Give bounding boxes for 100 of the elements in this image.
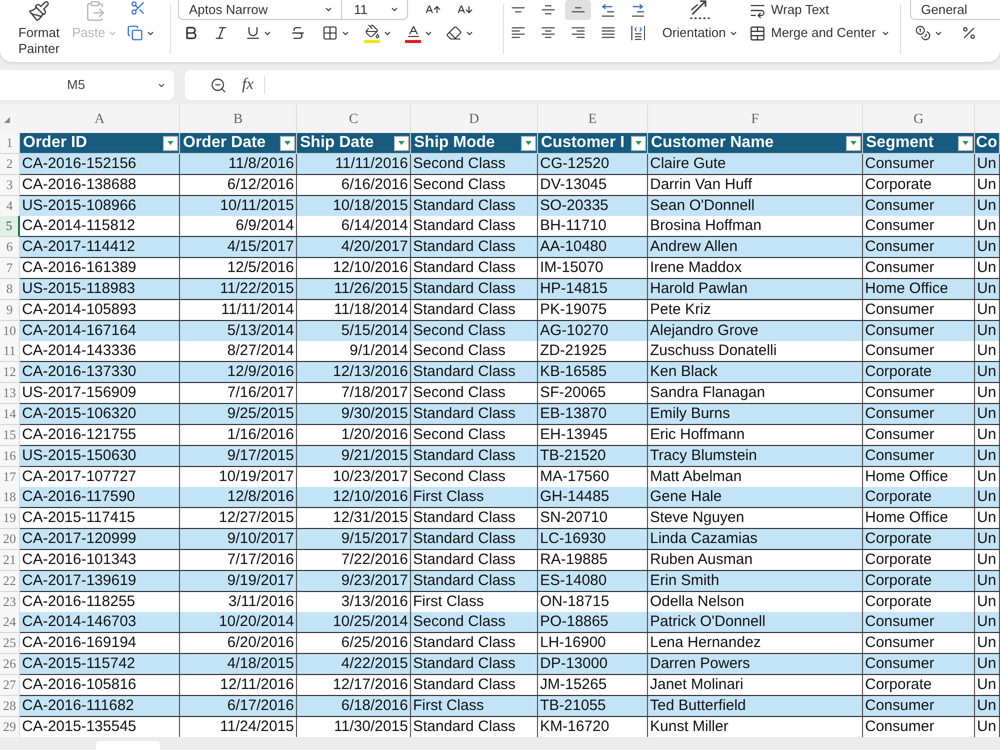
table-cell: US-2015-118983	[20, 278, 180, 300]
row-header[interactable]: 23	[0, 592, 20, 613]
eraser-icon[interactable]	[446, 25, 462, 41]
row-header[interactable]: 6	[0, 237, 20, 258]
table-cell: 7/18/2017	[297, 383, 411, 404]
scissors-icon[interactable]	[130, 0, 146, 16]
table-cell: Eric Hoffmann	[648, 424, 863, 446]
font-name-dropdown[interactable]: Aptos Narrow	[178, 0, 342, 20]
row-header[interactable]: 12	[0, 362, 20, 384]
merge-and-center-button[interactable]: Merge and Center	[749, 23, 890, 43]
font-size-dropdown[interactable]: 11	[342, 0, 408, 20]
row-header[interactable]: 29	[0, 716, 20, 738]
row-header[interactable]: 19	[0, 508, 20, 530]
table-cell: Consumer	[863, 424, 975, 446]
row-header[interactable]: 21	[0, 550, 20, 571]
increase-indent-icon[interactable]	[631, 4, 645, 16]
row-header[interactable]: 20	[0, 529, 20, 550]
zoom-out-icon[interactable]	[210, 76, 227, 94]
borders-icon[interactable]	[322, 25, 338, 41]
table-cell: Un	[975, 487, 1000, 508]
row-header[interactable]: 15	[0, 424, 20, 446]
row-header[interactable]: 25	[0, 633, 20, 654]
table-cell: 3/11/2016	[180, 592, 297, 613]
row-header[interactable]: 22	[0, 570, 20, 592]
table-cell: Steve Nguyen	[648, 508, 863, 530]
table-cell: Consumer	[863, 300, 975, 321]
table-cell: 9/10/2017	[180, 529, 297, 550]
row-header[interactable]: 9	[0, 300, 20, 321]
fill-color-icon[interactable]	[364, 24, 380, 42]
row-header[interactable]: 7	[0, 258, 20, 280]
table-cell: Standard Class	[411, 550, 538, 571]
align-middle-icon	[540, 5, 556, 15]
table-cell: First Class	[411, 696, 538, 717]
filter-button[interactable]	[521, 136, 536, 150]
table-cell: 4/22/2015	[297, 654, 411, 676]
row-header[interactable]: 26	[0, 654, 20, 676]
filter-button[interactable]	[163, 136, 178, 150]
row-header[interactable]: 28	[0, 696, 20, 717]
row-header[interactable]: 10	[0, 320, 20, 342]
insert-function-button[interactable]: fx	[242, 73, 254, 97]
table-cell: Un	[975, 446, 1000, 467]
row-header[interactable]: 8	[0, 278, 20, 300]
table-cell: Consumer	[863, 404, 975, 425]
table-cell: Standard Class	[411, 216, 538, 238]
caret-icon[interactable]	[324, 5, 333, 14]
number-format-dropdown[interactable]: General	[910, 0, 1000, 20]
table-cell: CA-2014-143336	[20, 341, 180, 362]
row-header[interactable]: 14	[0, 404, 20, 425]
table-cell: Un	[975, 237, 1000, 258]
row-header[interactable]: 5	[0, 216, 20, 238]
alignment-button[interactable]	[565, 0, 591, 20]
row-header[interactable]: 18	[0, 487, 20, 508]
table-cell: 12/13/2016	[297, 362, 411, 384]
table-cell: CA-2015-117415	[20, 508, 180, 530]
row-header[interactable]: 4	[0, 196, 20, 217]
row-header[interactable]: 11	[0, 341, 20, 362]
row-header[interactable]: 13	[0, 383, 20, 404]
table-cell: 12/11/2016	[180, 674, 297, 696]
orientation-icon[interactable]	[689, 0, 711, 20]
row-header[interactable]: 3	[0, 174, 20, 196]
coins-icon[interactable]	[915, 25, 931, 41]
format-painter-button[interactable]: Format Painter	[8, 0, 70, 57]
filter-button[interactable]	[846, 136, 861, 150]
table-cell: Pete Kriz	[648, 300, 863, 321]
bold-icon[interactable]	[183, 25, 199, 41]
caret-icon[interactable]	[390, 5, 399, 14]
percent-icon[interactable]	[961, 25, 977, 41]
row-header[interactable]: 2	[0, 154, 20, 175]
table-cell: Darren Powers	[648, 654, 863, 676]
table-cell: Standard Class	[411, 278, 538, 300]
row-header[interactable]: 17	[0, 466, 20, 488]
filter-button[interactable]	[280, 136, 295, 150]
copy-icon[interactable]	[127, 25, 144, 41]
row-header[interactable]: 24	[0, 612, 20, 634]
italic-icon[interactable]	[213, 25, 229, 41]
table-cell: 10/11/2015	[180, 196, 297, 217]
strikethrough-icon[interactable]	[290, 25, 306, 41]
table-cell: 12/17/2016	[297, 674, 411, 696]
underline-icon[interactable]	[245, 25, 261, 41]
filter-button[interactable]	[958, 136, 973, 150]
align-bottom-icon	[570, 7, 586, 13]
orientation-button[interactable]: Orientation	[662, 23, 738, 43]
font-color-icon[interactable]	[405, 24, 421, 42]
row-header[interactable]: 16	[0, 446, 20, 467]
table-cell: KM-16720	[538, 716, 648, 738]
name-box[interactable]: M5	[0, 70, 174, 100]
table-cell: 10/20/2014	[180, 612, 297, 634]
wrap-text-button[interactable]: Wrap Text	[749, 0, 890, 20]
select-all-corner-icon[interactable]	[4, 116, 10, 122]
filter-button[interactable]	[394, 136, 409, 150]
table-cell: Sandra Flanagan	[648, 383, 863, 404]
table-cell: TB-21055	[538, 696, 648, 717]
table-cell: Second Class	[411, 341, 538, 362]
row-header[interactable]: 1	[0, 133, 20, 154]
decrease-indent-icon[interactable]	[601, 4, 615, 16]
table-cell: Second Class	[411, 612, 538, 634]
dropdown-arrow-icon	[962, 141, 969, 145]
table-cell: Second Class	[411, 154, 538, 175]
row-header[interactable]: 27	[0, 674, 20, 696]
filter-button[interactable]	[631, 136, 646, 150]
